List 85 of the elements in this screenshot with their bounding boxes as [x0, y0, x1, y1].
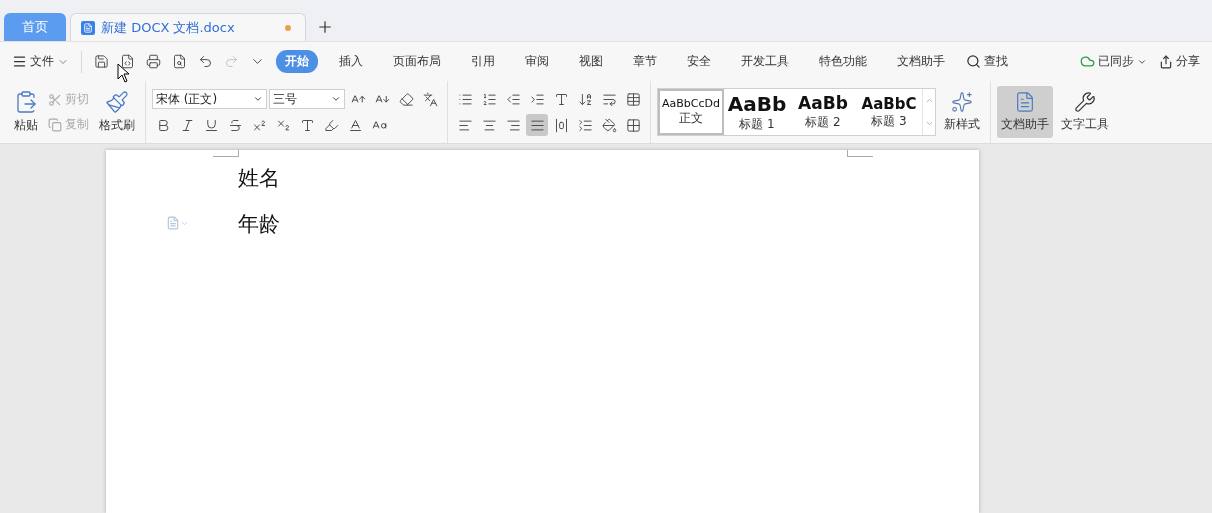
share-icon: [1159, 54, 1173, 69]
new-style-button[interactable]: 新样式: [940, 86, 984, 138]
share-button[interactable]: 分享: [1155, 51, 1204, 72]
style-item[interactable]: AaBbCcDd 正文: [658, 89, 724, 135]
document-icon: [1014, 91, 1036, 113]
wrench-icon: [1074, 91, 1096, 113]
chevron-icon: [253, 94, 263, 104]
shading-icon: [601, 117, 617, 133]
document-tab[interactable]: 新建 DOCX 文档.docx: [70, 13, 306, 41]
align-icon: [553, 117, 569, 133]
menu-icon: [12, 54, 27, 69]
table-icon: [625, 91, 641, 107]
sparkle-icon: [951, 91, 973, 113]
style-label: 标题 1: [739, 115, 775, 133]
cloud-icon: [1080, 54, 1095, 69]
chevron-icon: [331, 94, 341, 104]
align-icon: [505, 117, 521, 133]
style-preview: AaBb: [727, 91, 787, 116]
ribbon-tab[interactable]: 视图: [570, 50, 612, 73]
align-icon: [529, 117, 545, 133]
document-assistant-button[interactable]: 文档助手: [997, 86, 1053, 138]
italic-icon: [179, 117, 195, 133]
font-size-field[interactable]: 三号: [269, 89, 345, 109]
search-icon: [966, 54, 981, 69]
subscript-icon: [275, 117, 291, 133]
paste-button[interactable]: 粘贴: [10, 86, 42, 138]
ribbon-tab[interactable]: 审阅: [516, 50, 558, 73]
ribbon-tab[interactable]: 安全: [678, 50, 720, 73]
paragraph-text: 姓名: [238, 165, 280, 192]
margin-mark: [213, 150, 239, 157]
text-effect-icon: [299, 117, 315, 133]
line-wrap-icon: [601, 91, 617, 107]
paragraph-text: 年龄: [238, 211, 280, 238]
bullets-icon: [457, 91, 473, 107]
save-icon: [93, 54, 109, 69]
scroll-down-icon: [924, 119, 934, 128]
clear-format-icon: [398, 91, 414, 107]
borders-icon: [625, 117, 641, 133]
print-icon: [145, 54, 161, 69]
ribbon-tab[interactable]: 文档助手: [888, 50, 954, 73]
style-label: 标题 3: [871, 112, 907, 130]
search-button[interactable]: 查找: [962, 51, 1012, 72]
ribbon-tab[interactable]: 特色功能: [810, 50, 876, 73]
ribbon-tab[interactable]: 插入: [330, 50, 372, 73]
align-button[interactable]: [526, 114, 548, 136]
style-preview: AaBb: [798, 93, 848, 114]
file-menu[interactable]: 文件: [8, 51, 73, 72]
phonetic-icon: [422, 91, 438, 107]
plus-icon: [316, 18, 334, 36]
style-preview: AaBbC: [861, 94, 917, 113]
align-icon: [481, 117, 497, 133]
ribbon-tab[interactable]: 引用: [462, 50, 504, 73]
decrease-indent-icon: [505, 91, 521, 107]
sync-button[interactable]: 已同步: [1076, 51, 1151, 72]
redo-icon: [223, 54, 239, 69]
margin-mark: [847, 150, 873, 157]
increase-indent-icon: [529, 91, 545, 107]
font-name-field[interactable]: 宋体 (正文): [152, 89, 267, 109]
undo-icon: [197, 54, 213, 69]
text-tools-button[interactable]: 文字工具: [1057, 86, 1113, 138]
strikethrough-icon: [227, 117, 243, 133]
align-icon: [457, 117, 473, 133]
sort-icon: [577, 91, 593, 107]
clipboard-icon: [14, 90, 38, 114]
format-painter-button[interactable]: 格式刷: [95, 86, 139, 138]
scissors-icon: [48, 92, 62, 107]
ribbon-tab[interactable]: 页面布局: [384, 50, 450, 73]
highlight-icon: [323, 117, 339, 133]
paintbrush-icon: [105, 90, 129, 114]
ribbon-tab[interactable]: 章节: [624, 50, 666, 73]
superscript-icon: [251, 117, 267, 133]
style-label: 正文: [679, 110, 703, 128]
copy-icon: [48, 117, 62, 132]
document-icon: [81, 20, 95, 35]
style-label: 标题 2: [805, 113, 841, 131]
font-color-icon: [347, 117, 363, 133]
print-preview-icon: [171, 54, 187, 69]
style-preview: AaBbCcDd: [662, 96, 720, 111]
ribbon-tab[interactable]: 开发工具: [732, 50, 798, 73]
scroll-up-icon: [924, 96, 934, 105]
underline-icon: [203, 117, 219, 133]
tab-title: 新建 DOCX 文档.docx: [101, 18, 235, 37]
line-spacing-icon: [577, 117, 593, 133]
numbering-icon: [481, 91, 497, 107]
paragraph-icon: [166, 216, 189, 230]
